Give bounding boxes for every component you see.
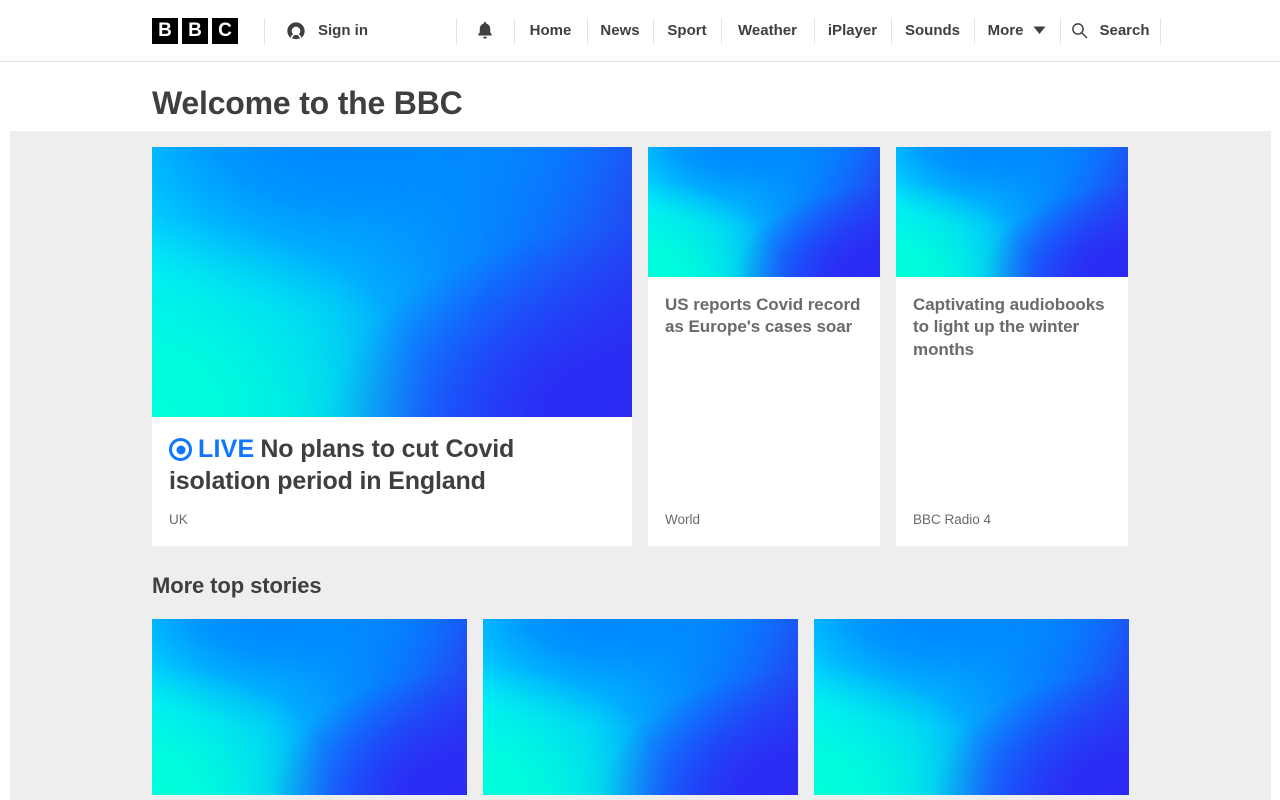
bbc-logo-block-1: B bbox=[152, 18, 178, 44]
notifications-button[interactable] bbox=[456, 0, 514, 61]
nav-item-home-label: Home bbox=[530, 22, 572, 39]
secondary-story-card-2[interactable]: Captivating audiobooks to light up the w… bbox=[896, 147, 1128, 546]
nav-item-sounds[interactable]: Sounds bbox=[891, 0, 974, 61]
nav-item-home[interactable]: Home bbox=[514, 0, 587, 61]
more-story-thumbnail-2 bbox=[483, 619, 798, 795]
nav-item-news-label: News bbox=[600, 22, 639, 39]
secondary-story-headline-1: US reports Covid record as Europe's case… bbox=[665, 293, 863, 339]
secondary-story-headline-2: Captivating audiobooks to light up the w… bbox=[913, 293, 1111, 361]
secondary-story-thumbnail-2 bbox=[896, 147, 1128, 277]
search-icon bbox=[1071, 22, 1088, 39]
more-story-card-1[interactable] bbox=[152, 619, 467, 795]
nav-item-weather[interactable]: Weather bbox=[721, 0, 814, 61]
nav-item-weather-label: Weather bbox=[738, 22, 797, 39]
nav-item-sport[interactable]: Sport bbox=[653, 0, 721, 61]
sign-in-button[interactable]: Sign in bbox=[264, 0, 456, 61]
more-story-card-3[interactable] bbox=[814, 619, 1129, 795]
page-title: Welcome to the BBC bbox=[0, 62, 1280, 122]
lead-story-card[interactable]: LIVENo plans to cut Covid isolation peri… bbox=[152, 147, 632, 546]
nav-item-news[interactable]: News bbox=[587, 0, 653, 61]
top-stories-row: LIVENo plans to cut Covid isolation peri… bbox=[152, 131, 1271, 546]
sign-in-label: Sign in bbox=[318, 22, 368, 39]
search-button[interactable]: Search bbox=[1060, 0, 1161, 61]
nav-item-more-label: More bbox=[988, 22, 1024, 39]
nav-item-sounds-label: Sounds bbox=[905, 22, 960, 39]
content-band: LIVENo plans to cut Covid isolation peri… bbox=[10, 131, 1271, 800]
masthead: B B C Sign in Home bbox=[0, 0, 1280, 62]
nav-item-iplayer-label: iPlayer bbox=[828, 22, 877, 39]
account-icon bbox=[286, 21, 306, 41]
bell-icon bbox=[476, 21, 494, 41]
secondary-story-category-2: BBC Radio 4 bbox=[913, 512, 1111, 546]
nav-item-iplayer[interactable]: iPlayer bbox=[814, 0, 891, 61]
search-label: Search bbox=[1099, 22, 1149, 39]
nav-item-sport-label: Sport bbox=[667, 22, 706, 39]
more-story-thumbnail-3 bbox=[814, 619, 1129, 795]
lead-story-thumbnail bbox=[152, 147, 632, 417]
more-top-stories-row bbox=[152, 599, 1271, 795]
lead-story-category: UK bbox=[169, 512, 615, 546]
secondary-story-card-1[interactable]: US reports Covid record as Europe's case… bbox=[648, 147, 880, 546]
secondary-story-category-1: World bbox=[665, 512, 863, 546]
bbc-logo-block-3: C bbox=[212, 18, 238, 44]
chevron-down-icon bbox=[1033, 26, 1046, 35]
live-badge: LIVE bbox=[169, 435, 260, 463]
lead-story-headline: LIVENo plans to cut Covid isolation peri… bbox=[169, 433, 615, 498]
bbc-logo[interactable]: B B C bbox=[152, 0, 264, 61]
more-story-card-2[interactable] bbox=[483, 619, 798, 795]
secondary-story-thumbnail-1 bbox=[648, 147, 880, 277]
more-top-stories-title: More top stories bbox=[152, 546, 1271, 599]
more-story-thumbnail-1 bbox=[152, 619, 467, 795]
nav-item-more[interactable]: More bbox=[974, 0, 1060, 61]
bbc-logo-block-2: B bbox=[182, 18, 208, 44]
live-dot-icon bbox=[169, 438, 192, 461]
live-label: LIVE bbox=[198, 435, 254, 463]
